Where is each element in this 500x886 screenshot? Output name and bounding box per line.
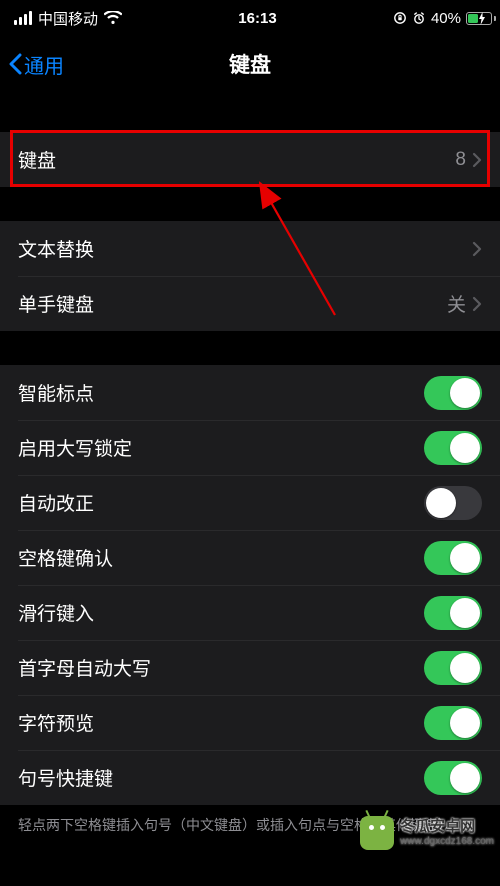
text-replacement-label: 文本替换 — [18, 235, 472, 262]
toggle-switch[interactable] — [424, 486, 482, 520]
wifi-icon — [104, 11, 122, 25]
toggle-label: 自动改正 — [18, 489, 424, 516]
rotation-lock-icon — [393, 11, 407, 25]
page-title: 键盘 — [229, 49, 271, 79]
toggle-group: 智能标点启用大写锁定自动改正空格键确认滑行键入首字母自动大写字符预览句号快捷键 — [0, 365, 500, 805]
toggle-cell: 字符预览 — [0, 695, 500, 750]
keyboards-cell[interactable]: 键盘 8 — [0, 132, 500, 187]
nav-header: 通用 键盘 — [0, 36, 500, 92]
toggle-label: 滑行键入 — [18, 599, 424, 626]
toggle-label: 启用大写锁定 — [18, 434, 424, 461]
watermark: 冬瓜安卓网 www.dgxcdz168.com — [360, 816, 494, 850]
carrier-label: 中国移动 — [38, 8, 98, 29]
watermark-title: 冬瓜安卓网 — [400, 819, 494, 836]
status-bar: 中国移动 16:13 40% — [0, 0, 500, 36]
group-gap — [0, 187, 500, 221]
toggle-switch[interactable] — [424, 431, 482, 465]
signal-icon — [14, 11, 32, 25]
status-left: 中国移动 — [14, 8, 122, 29]
toggle-label: 空格键确认 — [18, 544, 424, 571]
watermark-url: www.dgxcdz168.com — [400, 836, 494, 847]
keyboards-label: 键盘 — [18, 146, 455, 173]
chevron-right-icon — [472, 152, 482, 168]
toggle-switch[interactable] — [424, 596, 482, 630]
toggle-switch[interactable] — [424, 761, 482, 795]
one-handed-keyboard-value: 关 — [447, 290, 466, 317]
battery-icon — [466, 12, 486, 25]
keyboards-count: 8 — [455, 149, 466, 171]
group-gap — [0, 331, 500, 365]
toggle-label: 字符预览 — [18, 709, 424, 736]
toggle-switch[interactable] — [424, 376, 482, 410]
toggle-switch[interactable] — [424, 706, 482, 740]
back-label: 通用 — [24, 50, 64, 79]
toggle-cell: 智能标点 — [0, 365, 500, 420]
one-handed-keyboard-cell[interactable]: 单手键盘 关 — [0, 276, 500, 331]
back-button[interactable]: 通用 — [8, 50, 64, 79]
chevron-right-icon — [472, 296, 482, 312]
toggle-label: 句号快捷键 — [18, 764, 424, 791]
android-icon — [360, 816, 394, 850]
toggle-cell: 首字母自动大写 — [0, 640, 500, 695]
text-replacement-cell[interactable]: 文本替换 — [0, 221, 500, 276]
one-handed-keyboard-label: 单手键盘 — [18, 290, 447, 317]
toggle-switch[interactable] — [424, 651, 482, 685]
group-gap — [0, 92, 500, 132]
status-right: 40% — [393, 10, 486, 27]
battery-percent: 40% — [431, 10, 461, 27]
toggle-cell: 空格键确认 — [0, 530, 500, 585]
toggle-label: 首字母自动大写 — [18, 654, 424, 681]
toggle-cell: 启用大写锁定 — [0, 420, 500, 475]
status-time: 16:13 — [238, 10, 276, 27]
chevron-left-icon — [8, 53, 22, 75]
toggle-cell: 滑行键入 — [0, 585, 500, 640]
toggle-cell: 句号快捷键 — [0, 750, 500, 805]
chevron-right-icon — [472, 241, 482, 257]
phone-screen: 中国移动 16:13 40% 通用 键盘 — [0, 0, 500, 886]
alarm-icon — [412, 11, 426, 25]
toggle-cell: 自动改正 — [0, 475, 500, 530]
toggle-switch[interactable] — [424, 541, 482, 575]
toggle-label: 智能标点 — [18, 379, 424, 406]
